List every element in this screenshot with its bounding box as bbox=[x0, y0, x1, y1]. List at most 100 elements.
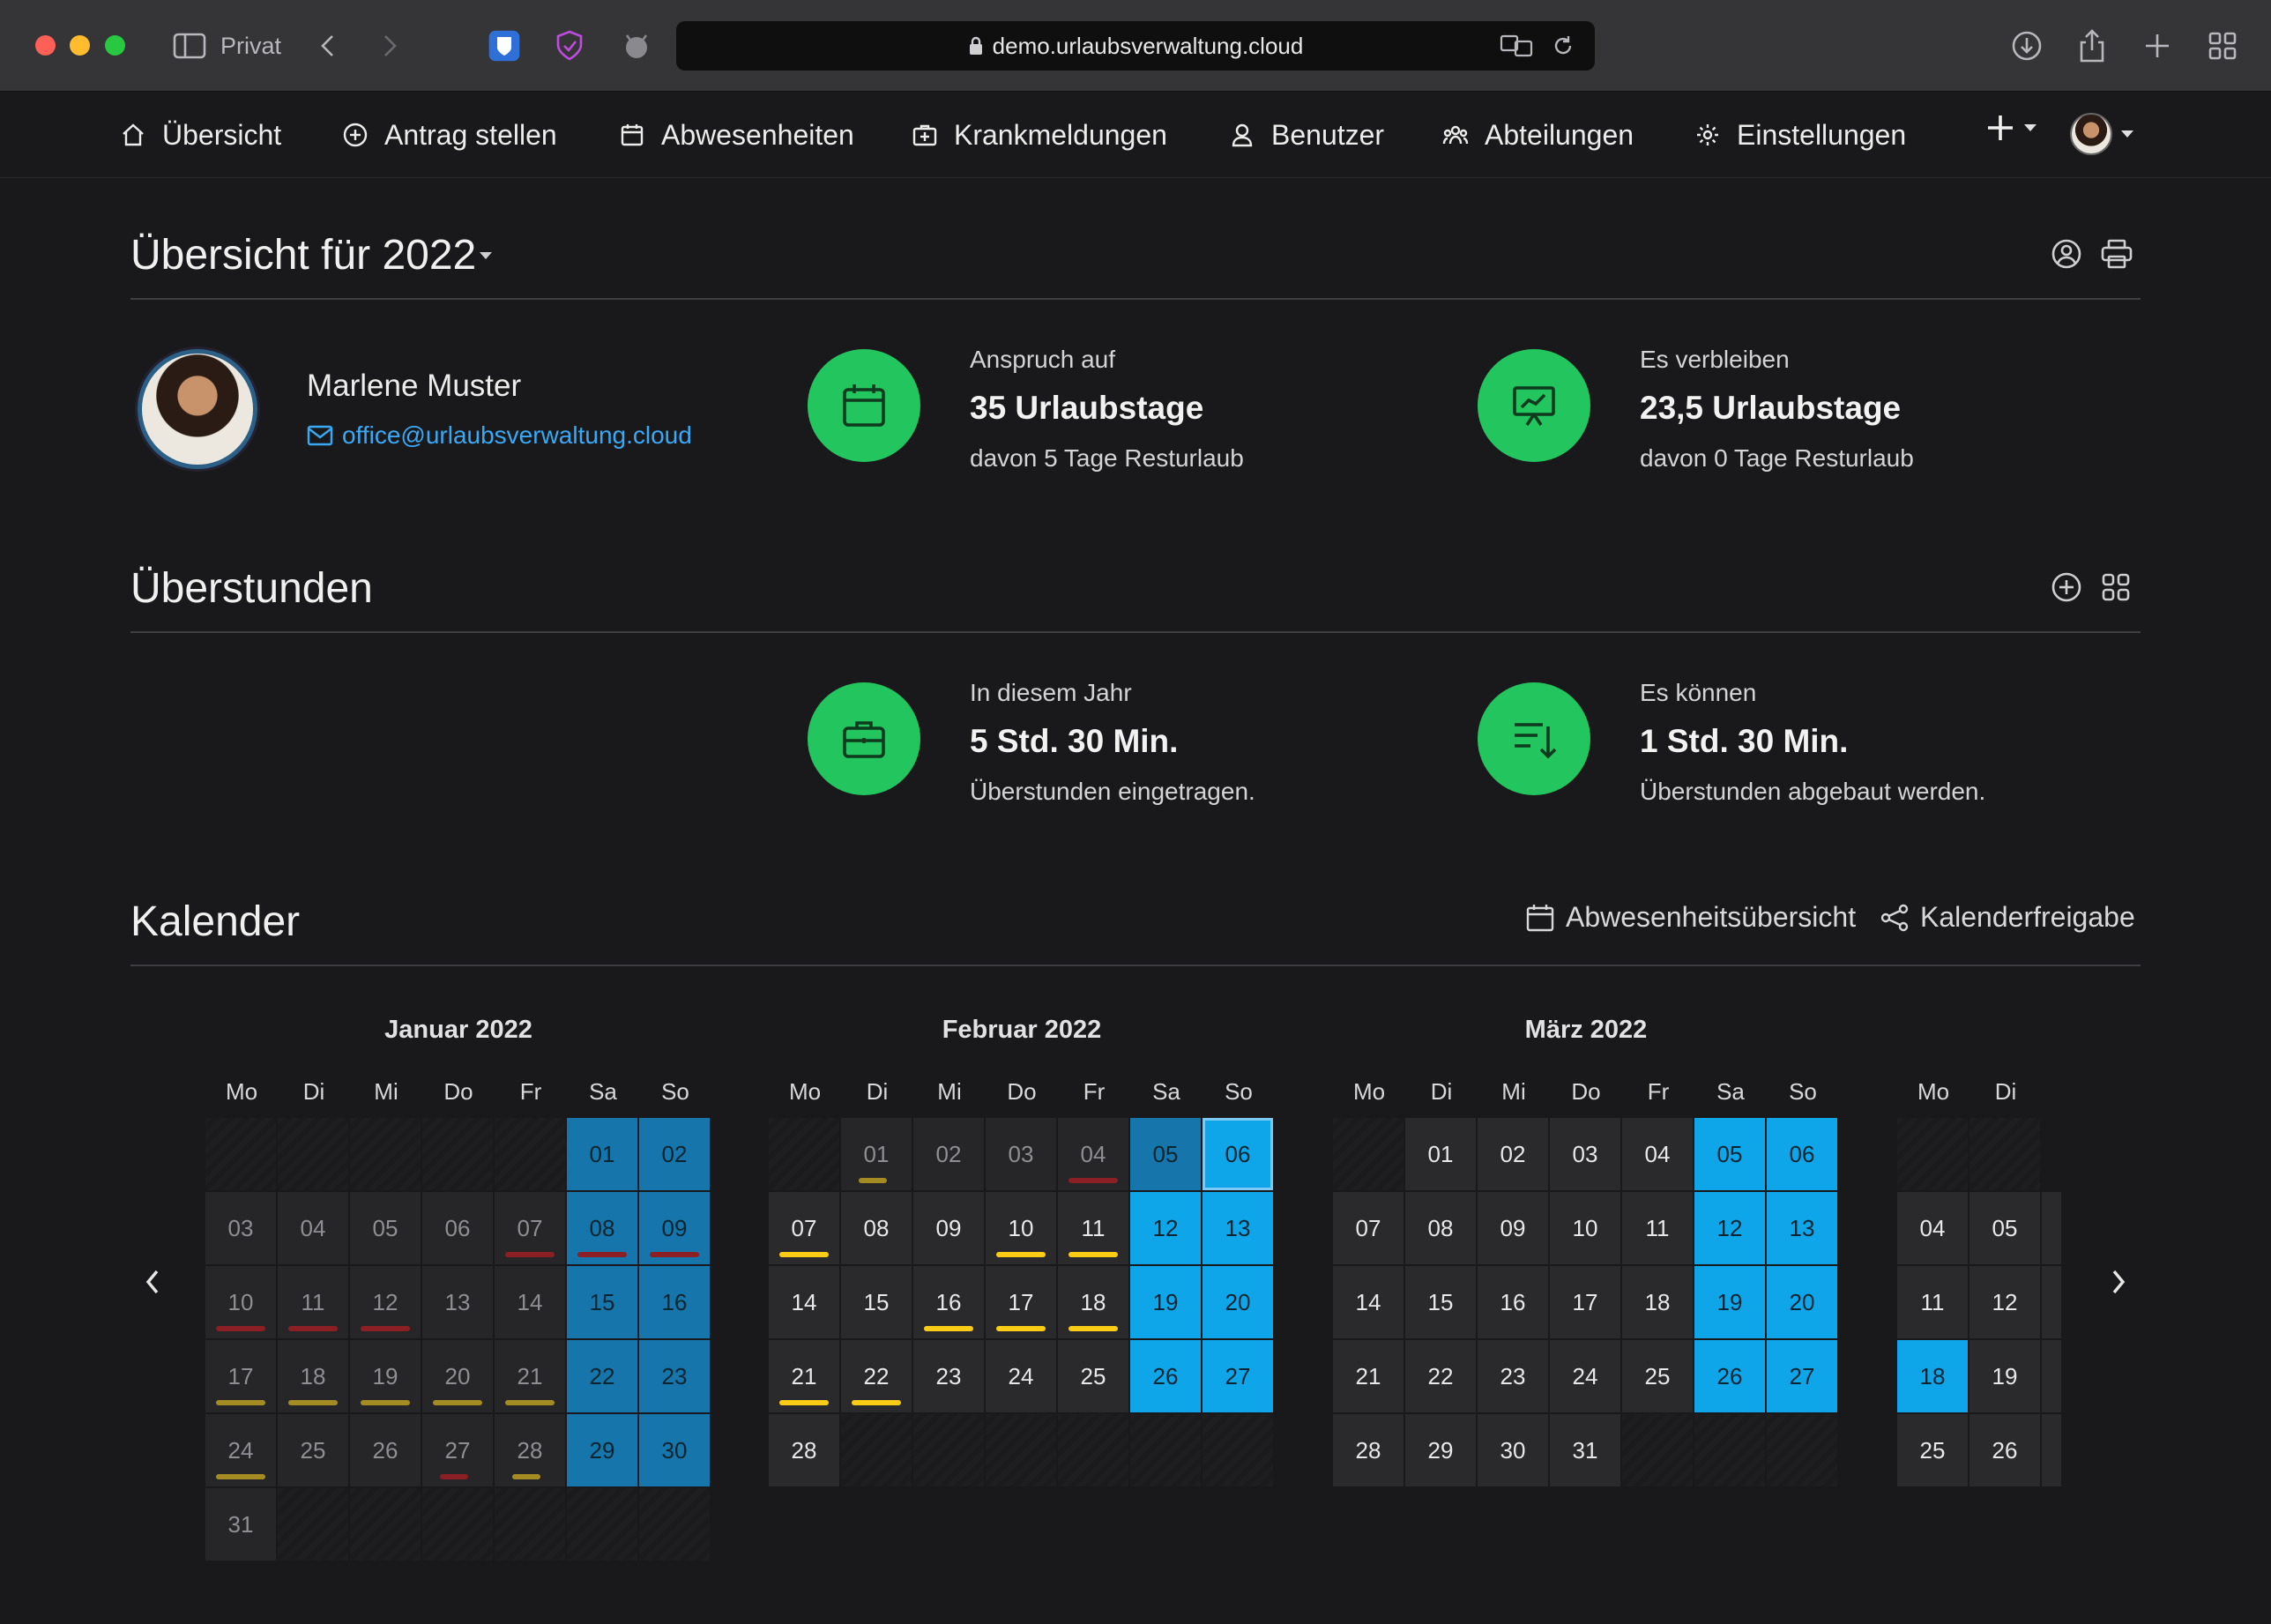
calendar-day[interactable]: 19 bbox=[1969, 1340, 2040, 1412]
calendar-day[interactable]: 12 bbox=[350, 1266, 421, 1338]
printer-icon[interactable] bbox=[2100, 238, 2133, 270]
nav-uebersicht[interactable]: Übersicht bbox=[120, 115, 281, 155]
calendar-day[interactable]: 13 bbox=[422, 1266, 493, 1338]
calendar-day[interactable]: 23 bbox=[913, 1340, 984, 1412]
calendar-day[interactable]: 26 bbox=[1694, 1340, 1765, 1412]
calendar-day[interactable]: 18 bbox=[1897, 1340, 1968, 1412]
tab-overview-button[interactable] bbox=[2208, 25, 2237, 67]
calendar-day[interactable]: 27 bbox=[1203, 1340, 1273, 1412]
calendar-day[interactable]: 12 bbox=[1969, 1266, 2040, 1338]
calendar-day[interactable]: 27 bbox=[1767, 1340, 1837, 1412]
calendar-day[interactable]: 21 bbox=[495, 1340, 565, 1412]
plus-circle-icon[interactable] bbox=[2051, 571, 2082, 603]
downloads-button[interactable] bbox=[2010, 25, 2044, 67]
calendar-day[interactable]: 23 bbox=[639, 1340, 710, 1412]
calendar-day[interactable]: 07 bbox=[1333, 1192, 1404, 1264]
calendar-day[interactable]: 22 bbox=[567, 1340, 637, 1412]
user-menu[interactable] bbox=[2070, 113, 2133, 155]
calendar-day[interactable]: 24 bbox=[1550, 1340, 1620, 1412]
calendar-day[interactable]: 18 bbox=[278, 1340, 348, 1412]
calendar-day[interactable]: 04 bbox=[1058, 1118, 1128, 1190]
calendar-day[interactable]: 20 bbox=[422, 1340, 493, 1412]
calendar-day[interactable]: 13 bbox=[1203, 1192, 1273, 1264]
calendar-day[interactable]: 03 bbox=[1550, 1118, 1620, 1190]
translate-icon[interactable] bbox=[1500, 34, 1533, 58]
calendar-day[interactable]: 30 bbox=[639, 1414, 710, 1486]
calendar-day[interactable]: 30 bbox=[1478, 1414, 1548, 1486]
calendar-day[interactable]: 17 bbox=[1550, 1266, 1620, 1338]
calendar-day[interactable]: 07 bbox=[495, 1192, 565, 1264]
calendar-day[interactable]: 16 bbox=[913, 1266, 984, 1338]
calendar-day[interactable]: 25 bbox=[278, 1414, 348, 1486]
calendar-day[interactable]: 18 bbox=[1058, 1266, 1128, 1338]
nav-einstellungen[interactable]: Einstellungen bbox=[1694, 115, 1906, 155]
minimize-window-button[interactable] bbox=[70, 35, 90, 56]
zoom-window-button[interactable] bbox=[105, 35, 125, 56]
sidebar-toggle-button[interactable]: Privat bbox=[173, 25, 281, 67]
calendar-day[interactable]: 02 bbox=[639, 1118, 710, 1190]
calendar-day[interactable]: 10 bbox=[1550, 1192, 1620, 1264]
privacy-extension-button[interactable] bbox=[552, 25, 587, 67]
calendar-day[interactable]: 13 bbox=[1767, 1192, 1837, 1264]
calendar-day[interactable]: 19 bbox=[350, 1340, 421, 1412]
calendar-day[interactable]: 25 bbox=[1897, 1414, 1968, 1486]
calendar-day[interactable]: 23 bbox=[1478, 1340, 1548, 1412]
calendar-day[interactable]: 08 bbox=[841, 1192, 912, 1264]
new-tab-button[interactable] bbox=[2142, 25, 2172, 67]
calendar-day[interactable]: 04 bbox=[1897, 1192, 1968, 1264]
calendar-day[interactable]: 14 bbox=[1333, 1266, 1404, 1338]
address-bar[interactable]: demo.urlaubsverwaltung.cloud bbox=[676, 21, 1595, 71]
calendar-day[interactable]: 10 bbox=[205, 1266, 276, 1338]
calendar-day[interactable]: 15 bbox=[841, 1266, 912, 1338]
calendar-day[interactable]: 01 bbox=[1405, 1118, 1476, 1190]
calendar-day[interactable]: 25 bbox=[1622, 1340, 1693, 1412]
calendar-day[interactable]: 17 bbox=[986, 1266, 1056, 1338]
calendar-next-button[interactable] bbox=[2107, 1266, 2130, 1298]
calendar-day[interactable]: 14 bbox=[495, 1266, 565, 1338]
calendar-day[interactable]: 05 bbox=[1130, 1118, 1201, 1190]
calendar-day[interactable]: 26 bbox=[1130, 1340, 1201, 1412]
nav-abwesenheiten[interactable]: Abwesenheiten bbox=[619, 115, 854, 155]
calendar-day[interactable]: 05 bbox=[1694, 1118, 1765, 1190]
calendar-day[interactable]: 03 bbox=[986, 1118, 1056, 1190]
calendar-day[interactable]: 01 bbox=[841, 1118, 912, 1190]
calendar-day[interactable]: 29 bbox=[567, 1414, 637, 1486]
calendar-day[interactable]: 06 bbox=[1767, 1118, 1837, 1190]
calendar-day[interactable]: 05 bbox=[350, 1192, 421, 1264]
calendar-day[interactable]: 17 bbox=[205, 1340, 276, 1412]
calendar-day[interactable]: 02 bbox=[913, 1118, 984, 1190]
calendar-day[interactable]: 09 bbox=[1478, 1192, 1548, 1264]
nav-antrag-stellen[interactable]: Antrag stellen bbox=[342, 115, 557, 155]
share-button[interactable] bbox=[2077, 25, 2107, 67]
calendar-day[interactable]: 14 bbox=[769, 1266, 839, 1338]
calendar-day[interactable]: 28 bbox=[495, 1414, 565, 1486]
calendar-day[interactable]: 21 bbox=[1333, 1340, 1404, 1412]
calendar-day[interactable]: 08 bbox=[567, 1192, 637, 1264]
calendar-day[interactable]: 24 bbox=[986, 1340, 1056, 1412]
calendar-day[interactable]: 29 bbox=[1405, 1414, 1476, 1486]
calendar-day[interactable]: 19 bbox=[1694, 1266, 1765, 1338]
bitwarden-extension-button[interactable] bbox=[487, 25, 522, 67]
year-select[interactable]: 2022 bbox=[382, 231, 493, 279]
user-email-link[interactable]: office@urlaubsverwaltung.cloud bbox=[307, 421, 692, 450]
calendar-day[interactable]: 25 bbox=[1058, 1340, 1128, 1412]
calendar-day[interactable]: 31 bbox=[1550, 1414, 1620, 1486]
calendar-day[interactable]: 09 bbox=[639, 1192, 710, 1264]
calendar-day[interactable]: 15 bbox=[567, 1266, 637, 1338]
nav-krankmeldungen[interactable]: Krankmeldungen bbox=[912, 115, 1167, 155]
calendar-day[interactable]: 06 bbox=[1203, 1118, 1273, 1190]
calendar-day[interactable]: 19 bbox=[1130, 1266, 1201, 1338]
calendar-day[interactable]: 12 bbox=[1694, 1192, 1765, 1264]
calendar-day[interactable]: 26 bbox=[1969, 1414, 2040, 1486]
calendar-day[interactable]: 18 bbox=[1622, 1266, 1693, 1338]
calendar-day[interactable]: 10 bbox=[986, 1192, 1056, 1264]
calendar-day[interactable]: 20 bbox=[1203, 1266, 1273, 1338]
forward-button[interactable] bbox=[379, 25, 400, 67]
calendar-share-link[interactable]: Kalenderfreigabe bbox=[1880, 901, 2135, 934]
calendar-day[interactable]: 24 bbox=[205, 1414, 276, 1486]
calendar-day[interactable]: 07 bbox=[769, 1192, 839, 1264]
quick-add-menu[interactable] bbox=[1985, 113, 2036, 143]
calendar-prev-button[interactable] bbox=[141, 1266, 164, 1298]
calendar-day[interactable]: 04 bbox=[1622, 1118, 1693, 1190]
calendar-day[interactable]: 05 bbox=[1969, 1192, 2040, 1264]
